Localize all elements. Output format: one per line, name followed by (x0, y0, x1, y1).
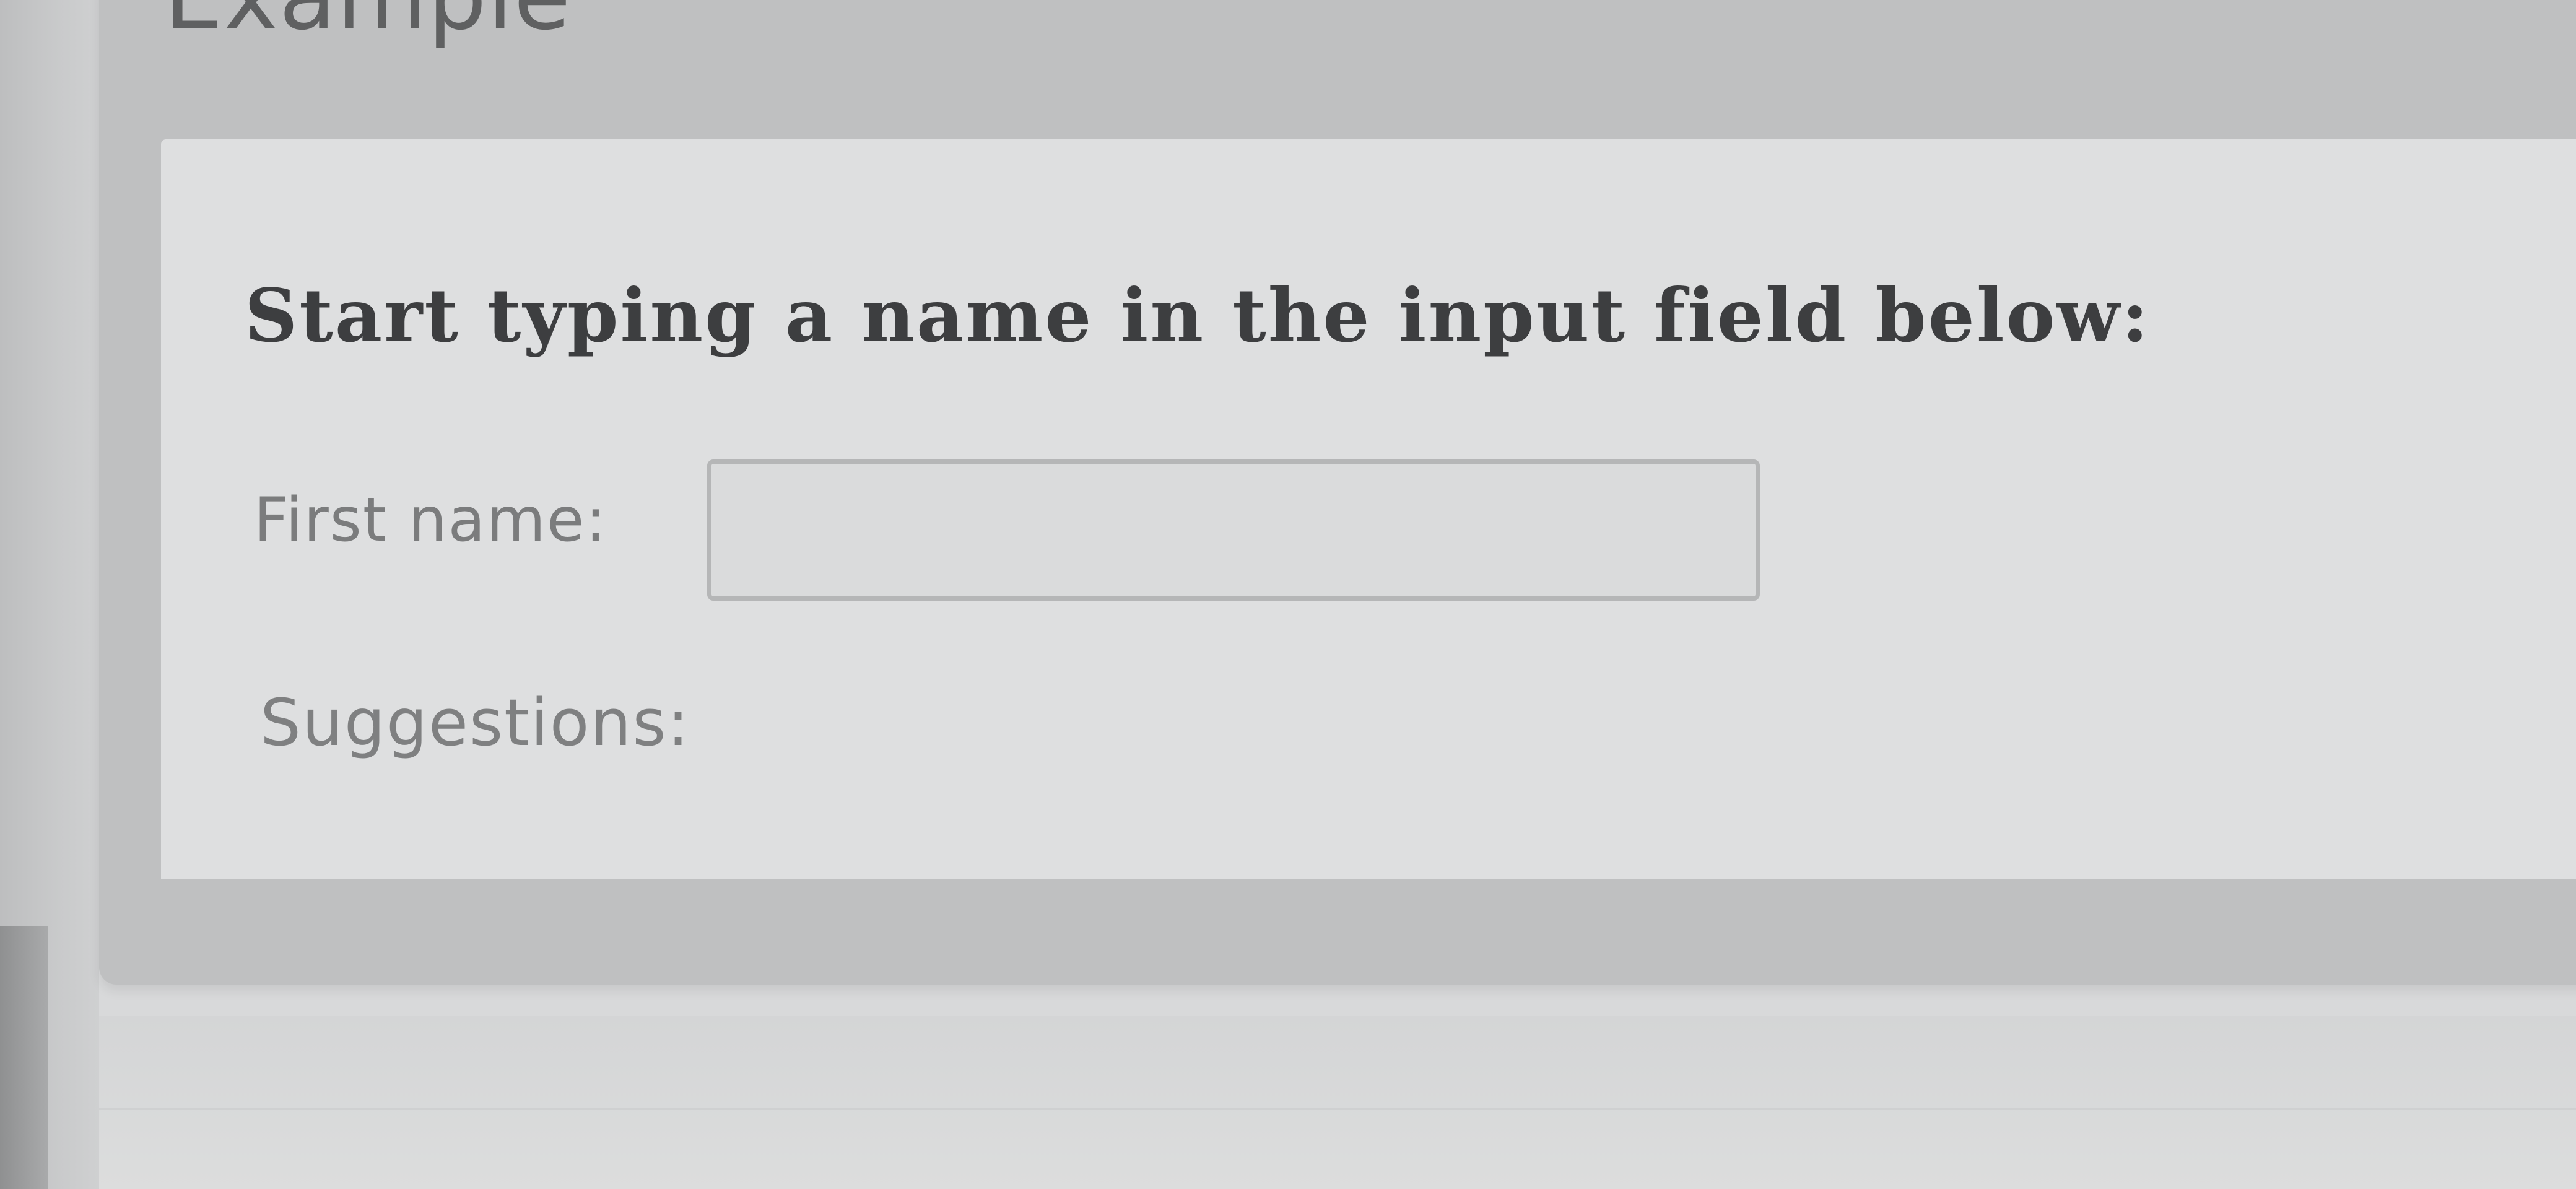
page-divider (99, 1108, 2576, 1110)
page-background (99, 1016, 2576, 1189)
first-name-input[interactable] (707, 459, 1760, 601)
first-name-label: First name: (254, 485, 607, 555)
example-heading: Example (164, 0, 572, 53)
suggestions-label: Suggestions: (260, 685, 690, 760)
instruction-text: Start typing a name in the input field b… (245, 272, 2151, 359)
screen-edge-shadow (0, 926, 48, 1189)
